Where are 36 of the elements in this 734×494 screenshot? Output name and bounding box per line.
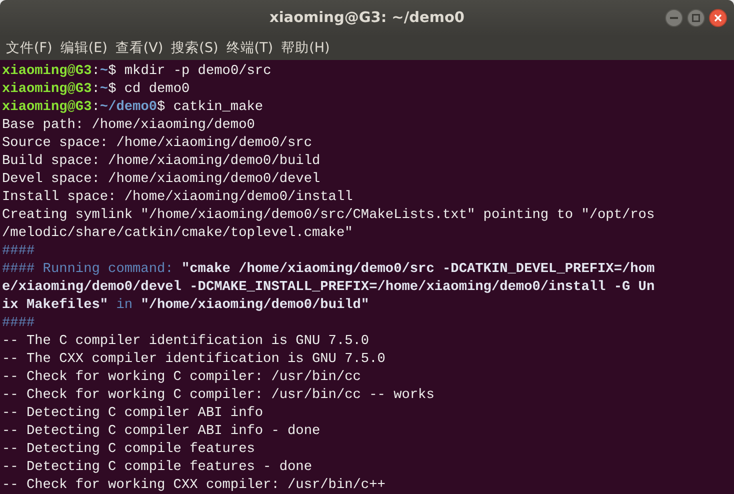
terminal-line: ix Makefiles" in "/home/xiaoming/demo0/build" — [2, 297, 370, 315]
terminal-line: xiaoming@G3:~/demo0$ catkin_make — [2, 99, 264, 117]
terminal-line: -- The CXX compiler identification is GNU 7.5.0 — [2, 351, 386, 369]
close-button[interactable] — [709, 9, 727, 27]
window-title: xiaoming@G3: ~/demo0 — [269, 10, 464, 26]
minimize-icon — [670, 14, 678, 22]
menu-item[interactable]: 终端(T) — [222, 39, 278, 57]
terminal-line: -- Detecting C compiler ABI info — [2, 405, 264, 423]
terminal-line: #### — [2, 315, 36, 333]
menu-item[interactable]: 搜索(S) — [167, 39, 222, 57]
terminal-line: Source space: /home/xiaoming/demo0/src — [2, 135, 313, 153]
terminal-line: #### Running command: "cmake /home/xiaoming/demo0/src -DCATKIN_DEVEL_PREFIX=/hom — [2, 261, 656, 279]
terminal-line: Creating symlink "/home/xiaoming/demo0/src/CMakeLists.txt" pointing to "/opt/ros — [2, 207, 656, 225]
close-icon — [714, 14, 722, 22]
terminal-line: /melodic/share/catkin/cmake/toplevel.cmake" — [2, 225, 354, 243]
terminal-line: -- Check for working C compiler: /usr/bin/cc -- works — [2, 387, 436, 405]
terminal-line: Base path: /home/xiaoming/demo0 — [2, 117, 256, 135]
menu-item[interactable]: 查看(V) — [111, 39, 168, 57]
terminal-line: #### — [2, 243, 36, 261]
terminal-line: -- Check for working CXX compiler: /usr/bin/c++ — [2, 477, 386, 494]
maximize-icon — [692, 14, 700, 22]
menu-item[interactable]: 编辑(E) — [56, 39, 112, 57]
terminal-line: xiaoming@G3:~$ cd demo0 — [2, 81, 191, 99]
terminal-line: Install space: /home/xiaoming/demo0/install — [2, 189, 354, 207]
menu-item[interactable]: 帮助(H) — [277, 39, 334, 57]
minimize-button[interactable] — [665, 9, 683, 27]
terminal-line: Devel space: /home/xiaoming/demo0/devel — [2, 171, 322, 189]
terminal-line: Build space: /home/xiaoming/demo0/build — [2, 153, 322, 171]
terminal-line: e/xiaoming/demo0/devel -DCMAKE_INSTALL_PREFIX=/home/xiaoming/demo0/install -G Un — [2, 279, 656, 297]
terminal-line: -- Detecting C compile features - done — [2, 459, 313, 477]
terminal-line: -- The C compiler identification is GNU 7.5.0 — [2, 333, 370, 351]
menu-item[interactable]: 文件(F) — [2, 39, 56, 57]
terminal-line: xiaoming@G3:~$ mkdir -p demo0/src — [2, 63, 272, 81]
terminal-line: -- Detecting C compiler ABI info - done — [2, 423, 322, 441]
terminal-line: -- Detecting C compile features — [2, 441, 256, 459]
terminal-line: -- Check for working C compiler: /usr/bin/cc — [2, 369, 362, 387]
